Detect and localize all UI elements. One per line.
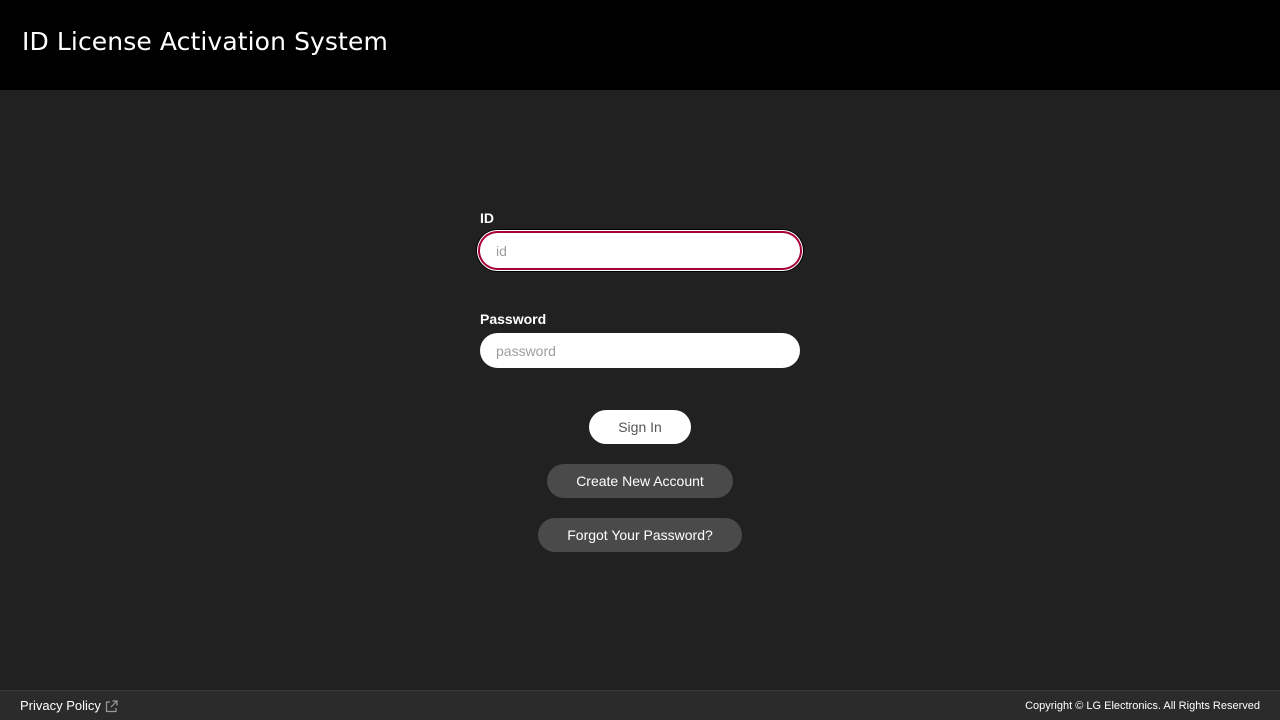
external-link-icon xyxy=(105,699,118,712)
password-field-group: Password xyxy=(480,310,800,368)
password-input[interactable] xyxy=(480,333,800,368)
main-content: ID Password Sign In Create New Account F… xyxy=(0,90,1280,690)
id-label: ID xyxy=(480,210,494,226)
forgot-password-button[interactable]: Forgot Your Password? xyxy=(538,518,742,552)
password-label: Password xyxy=(480,311,547,327)
create-account-button[interactable]: Create New Account xyxy=(547,464,733,498)
id-input[interactable] xyxy=(480,233,800,268)
privacy-policy-link[interactable]: Privacy Policy xyxy=(20,697,118,715)
app-header: ID License Activation System xyxy=(0,0,1280,90)
sign-in-button[interactable]: Sign In xyxy=(589,410,691,444)
app-title: ID License Activation System xyxy=(22,27,388,56)
footer: Privacy Policy Copyright © LG Electronic… xyxy=(0,690,1280,720)
copyright-text: Copyright © LG Electronics. All Rights R… xyxy=(1025,700,1260,712)
id-field-group: ID xyxy=(480,209,800,268)
login-form: ID Password xyxy=(480,209,800,368)
privacy-policy-label: Privacy Policy xyxy=(20,698,101,713)
